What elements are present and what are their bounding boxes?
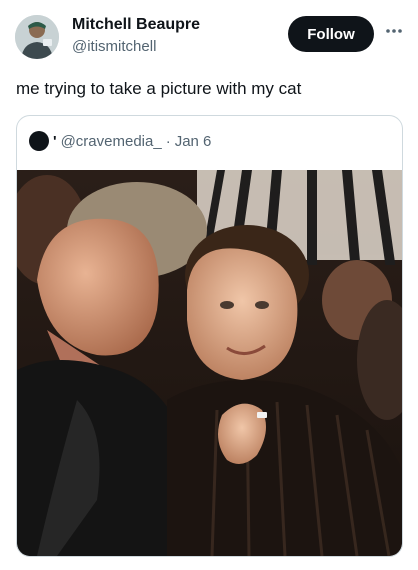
author-name[interactable]: Mitchell Beaupre xyxy=(72,16,200,34)
more-horizontal-icon[interactable] xyxy=(384,24,404,38)
avatar-photo xyxy=(15,15,59,59)
author-handle[interactable]: @itismitchell xyxy=(72,38,156,55)
tweet-text: me trying to take a picture with my cat xyxy=(16,79,302,98)
photo-image xyxy=(17,170,402,556)
quoted-author-name[interactable]: ' xyxy=(53,133,57,150)
author-avatar[interactable] xyxy=(15,15,59,59)
quoted-author-handle[interactable]: @cravemedia_ xyxy=(61,133,162,150)
follow-button[interactable]: Follow xyxy=(288,16,374,52)
tweet-header: Mitchell Beaupre @itismitchell Follow xyxy=(0,0,418,70)
quoted-tweet-photo[interactable] xyxy=(17,170,402,556)
quoted-tweet-header: ' @cravemedia_ · Jan 6 xyxy=(29,130,211,152)
quoted-tweet-card[interactable]: ' @cravemedia_ · Jan 6 xyxy=(16,115,403,557)
quoted-author-avatar[interactable] xyxy=(29,131,49,151)
quoted-tweet-date[interactable]: Jan 6 xyxy=(175,133,212,150)
dot-separator: · xyxy=(165,132,171,150)
